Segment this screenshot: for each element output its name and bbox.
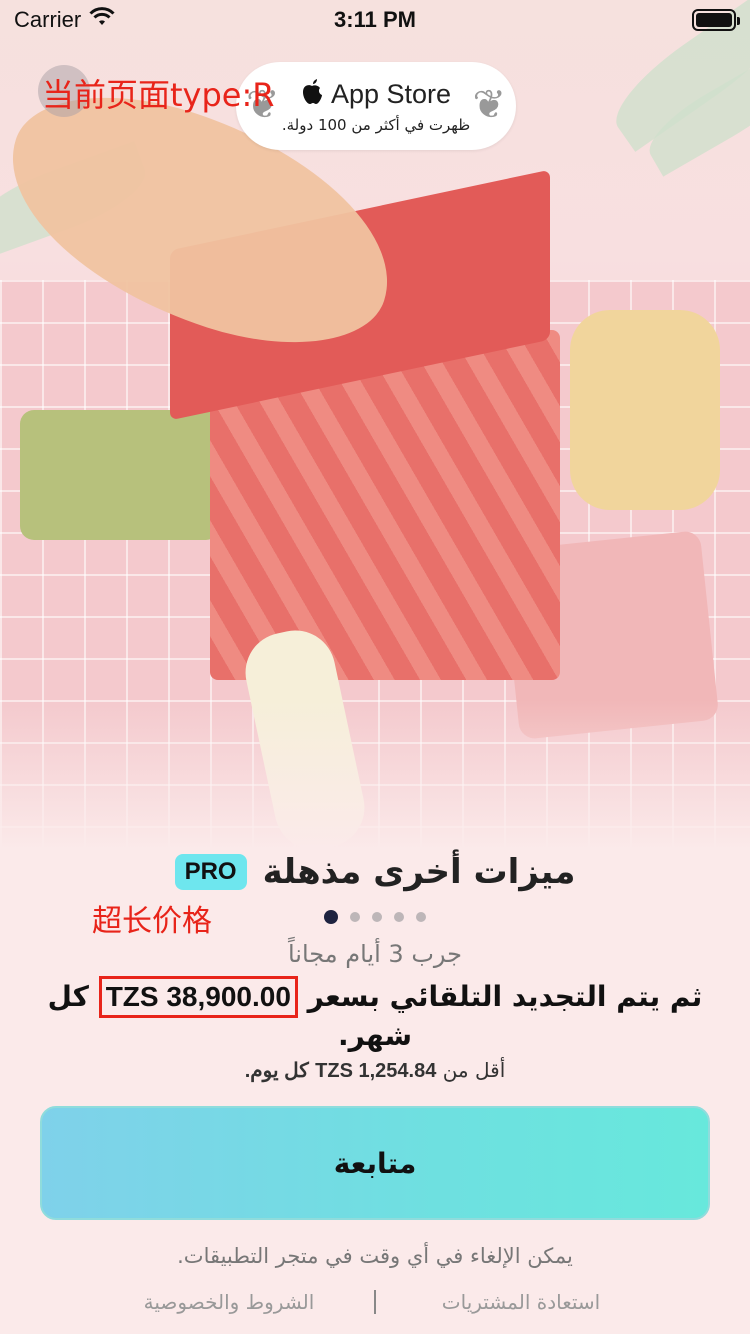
footer-links: الشروط والخصوصية استعادة المشتريات [0, 1290, 750, 1314]
renew-prefix: ثم يتم التجديد التلقائي بسعر [307, 980, 703, 1013]
page-dot[interactable] [416, 912, 426, 922]
daily-price-text: أقل من TZS 1,254.84 كل يوم. [0, 1058, 750, 1083]
page-title: ميزات أخرى مذهلة [262, 852, 576, 892]
trial-text: جرب 3 أيام مجاناً [287, 940, 463, 968]
carrier-label: Carrier [14, 7, 82, 32]
page-dot[interactable] [372, 912, 382, 922]
daily-suffix: كل يوم. [244, 1060, 309, 1082]
status-bar: Carrier 3:11 PM [0, 0, 750, 40]
page-type-label: 当前页面type:R [42, 76, 275, 114]
apple-icon [301, 79, 323, 109]
daily-price: TZS 1,254.84 [315, 1060, 437, 1082]
page-dot[interactable] [394, 912, 404, 922]
feature-title-row: PRO ميزات أخرى مذهلة [0, 852, 750, 892]
hero-fade [0, 700, 750, 850]
wifi-icon [89, 7, 115, 33]
gift-box-yellow [570, 310, 720, 510]
renew-price: TZS 38,900.00 [98, 976, 298, 1018]
continue-button[interactable]: متابعة [40, 1106, 710, 1220]
page-dot[interactable] [350, 912, 360, 922]
pro-badge: PRO [174, 854, 247, 890]
badge-title: App Store [330, 78, 452, 109]
daily-prefix: أقل من [442, 1058, 506, 1082]
page-dot[interactable] [324, 910, 338, 924]
cancel-note: يمكن الإلغاء في أي وقت في متجر التطبيقات… [177, 1244, 573, 1268]
terms-privacy-link[interactable]: الشروط والخصوصية [104, 1290, 354, 1314]
badge-subtitle: ظهرت في أكثر من 100 دولة. [281, 115, 471, 134]
laurel-right-icon: ❦ [472, 82, 506, 128]
restore-purchases-link[interactable]: استعادة المشتريات [396, 1290, 646, 1314]
footer-divider [374, 1290, 376, 1314]
battery-icon [692, 9, 740, 31]
page-indicator[interactable] [0, 910, 750, 924]
gift-box-green [20, 410, 220, 540]
app-store-badge: ❦ ❦ App Store ظهرت في أكثر من 100 دولة. [236, 62, 516, 150]
renew-text: ثم يتم التجديد التلقائي بسعر TZS 38,900.… [40, 976, 710, 1054]
